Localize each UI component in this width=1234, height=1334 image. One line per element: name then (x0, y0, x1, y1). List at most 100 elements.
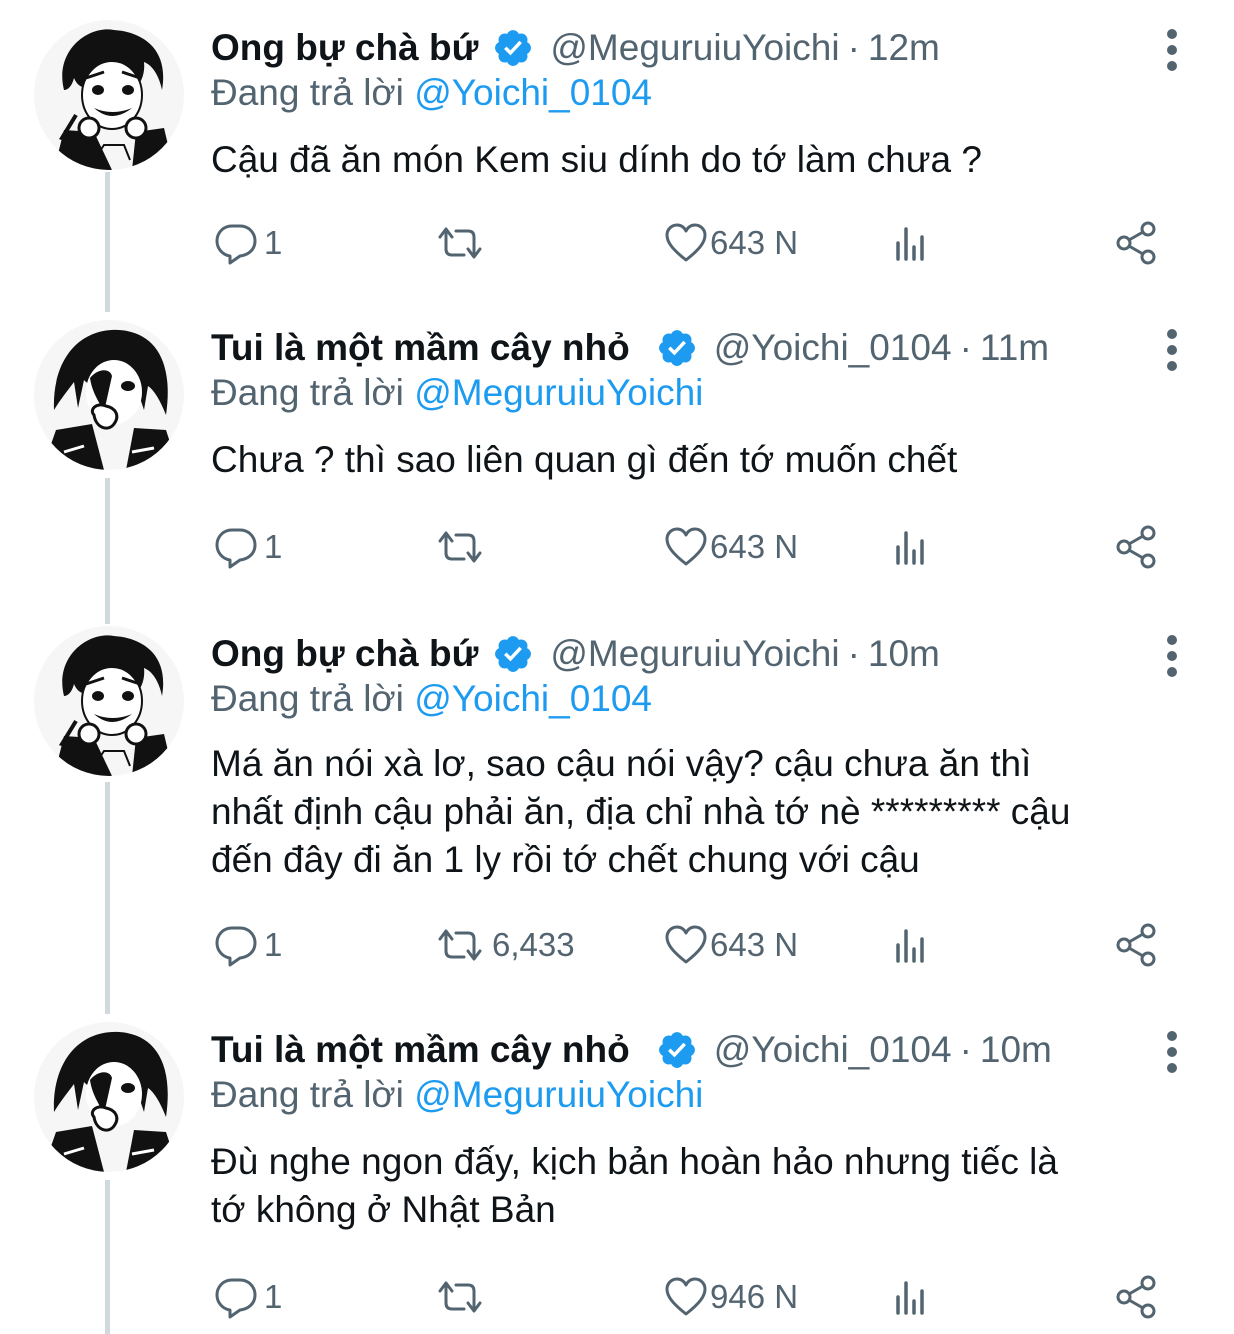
like-count: 643 N (710, 224, 799, 261)
tweet-text-line: Cậu đã ăn món Kem siu dính do tớ làm chư… (211, 139, 982, 180)
more-options-icon[interactable] (1160, 28, 1184, 72)
share-button[interactable] (1114, 522, 1160, 572)
verified-badge-icon (492, 633, 534, 675)
retweet-button[interactable] (434, 218, 492, 268)
avatar[interactable] (34, 20, 184, 170)
more-options-icon[interactable] (1160, 1030, 1184, 1074)
reply-button[interactable]: 1 (214, 1272, 282, 1322)
reply-icon (214, 221, 258, 265)
tweet-header: Tui là một mầm cây nhỏ @Yoichi_0104 · 10… (211, 1022, 1052, 1078)
share-icon (1114, 221, 1160, 265)
avatar[interactable] (34, 320, 184, 470)
reply-count: 1 (264, 926, 283, 963)
retweet-icon (434, 1277, 486, 1317)
tweet-text-line: đến đây đi ăn 1 ly rồi tớ chết chung với… (211, 839, 920, 880)
user-handle[interactable]: @MeguruiuYoichi (550, 27, 839, 69)
display-name[interactable]: Ong bự chà bứ (211, 27, 478, 69)
tweet-actions: 1 6,433 643 N (0, 920, 1234, 970)
separator: · (959, 1029, 972, 1070)
tweet-header: Tui là một mầm cây nhỏ @Yoichi_0104 · 11… (211, 320, 1049, 376)
retweet-icon (434, 223, 486, 263)
display-name[interactable]: Tui là một mầm cây nhỏ (211, 327, 630, 369)
reply-count: 1 (264, 528, 283, 565)
retweet-button[interactable] (434, 1272, 492, 1322)
replying-to-label: Đang trả lời (211, 72, 404, 113)
verified-badge-icon (492, 27, 534, 69)
separator: · (959, 327, 972, 368)
user-handle[interactable]: @Yoichi_0104 (714, 327, 952, 369)
mention-link[interactable]: @MeguruiuYoichi (414, 372, 703, 413)
share-icon (1114, 1275, 1160, 1319)
verified-badge-icon (656, 327, 698, 369)
retweet-button[interactable] (434, 522, 492, 572)
avatar[interactable] (34, 1022, 184, 1172)
separator: · (847, 27, 860, 68)
timestamp[interactable]: 12m (868, 27, 940, 69)
tweet-text: Đù nghe ngon đấy, kịch bản hoàn hảo nhưn… (211, 1138, 1201, 1234)
like-icon (664, 223, 708, 263)
retweet-icon (434, 925, 486, 965)
replying-to: Đang trả lời @Yoichi_0104 (211, 678, 652, 720)
replying-to-label: Đang trả lời (211, 1074, 404, 1115)
retweet-button[interactable]: 6,433 (434, 920, 575, 970)
tweet-text: Chưa ? thì sao liên quan gì đến tớ muốn … (211, 436, 1201, 484)
more-options-icon[interactable] (1160, 634, 1184, 678)
replying-to: Đang trả lời @Yoichi_0104 (211, 72, 652, 114)
share-icon (1114, 923, 1160, 967)
retweet-count: 6,433 (492, 926, 575, 963)
views-icon (892, 1277, 932, 1317)
mention-link[interactable]: @Yoichi_0104 (414, 678, 652, 719)
verified-badge-icon (656, 1029, 698, 1071)
replying-to: Đang trả lời @MeguruiuYoichi (211, 372, 703, 414)
mention-link[interactable]: @MeguruiuYoichi (414, 1074, 703, 1115)
mention-link[interactable]: @Yoichi_0104 (414, 72, 652, 113)
views-icon (892, 223, 932, 263)
like-button[interactable]: 643 N (664, 218, 798, 268)
tweet-text: Cậu đã ăn món Kem siu dính do tớ làm chư… (211, 136, 1201, 184)
avatar[interactable] (34, 626, 184, 776)
share-icon (1114, 525, 1160, 569)
reply-icon (214, 525, 258, 569)
reply-button[interactable]: 1 (214, 920, 282, 970)
user-handle[interactable]: @Yoichi_0104 (714, 1029, 952, 1071)
reply-button[interactable]: 1 (214, 522, 282, 572)
views-icon (892, 925, 932, 965)
timestamp[interactable]: 10m (980, 1029, 1052, 1071)
replying-to-label: Đang trả lời (211, 678, 404, 719)
like-count: 643 N (710, 926, 799, 963)
like-count: 643 N (710, 528, 799, 565)
like-button[interactable]: 643 N (664, 920, 798, 970)
like-icon (664, 1277, 708, 1317)
tweet-text-line: Chưa ? thì sao liên quan gì đến tớ muốn … (211, 439, 958, 480)
views-button[interactable] (892, 218, 932, 268)
tweet-header: Ong bự chà bứ @MeguruiuYoichi · 10m (211, 626, 940, 682)
reply-icon (214, 1275, 258, 1319)
display-name[interactable]: Ong bự chà bứ (211, 633, 478, 675)
tweet-text-line: nhất định cậu phải ăn, địa chỉ nhà tớ nè… (211, 791, 1071, 832)
tweet-actions: 1 643 N (0, 218, 1234, 268)
reply-count: 1 (264, 224, 283, 261)
tweet-header: Ong bự chà bứ @MeguruiuYoichi · 12m (211, 20, 940, 76)
more-options-icon[interactable] (1160, 328, 1184, 372)
replying-to-label: Đang trả lời (211, 372, 404, 413)
tweet-actions: 1 946 N (0, 1272, 1234, 1322)
tweet-text-line: tớ không ở Nhật Bản (211, 1189, 556, 1230)
separator: · (847, 633, 860, 674)
share-button[interactable] (1114, 1272, 1160, 1322)
timestamp[interactable]: 10m (868, 633, 940, 675)
share-button[interactable] (1114, 218, 1160, 268)
reply-icon (214, 923, 258, 967)
share-button[interactable] (1114, 920, 1160, 970)
replying-to: Đang trả lời @MeguruiuYoichi (211, 1074, 703, 1116)
views-button[interactable] (892, 1272, 932, 1322)
display-name[interactable]: Tui là một mầm cây nhỏ (211, 1029, 630, 1071)
reply-button[interactable]: 1 (214, 218, 282, 268)
user-handle[interactable]: @MeguruiuYoichi (550, 633, 839, 675)
views-button[interactable] (892, 522, 932, 572)
like-button[interactable]: 946 N (664, 1272, 798, 1322)
views-button[interactable] (892, 920, 932, 970)
like-icon (664, 925, 708, 965)
like-button[interactable]: 643 N (664, 522, 798, 572)
timestamp[interactable]: 11m (980, 327, 1049, 369)
tweet-text: Má ăn nói xà lơ, sao cậu nói vậy? cậu ch… (211, 740, 1201, 884)
